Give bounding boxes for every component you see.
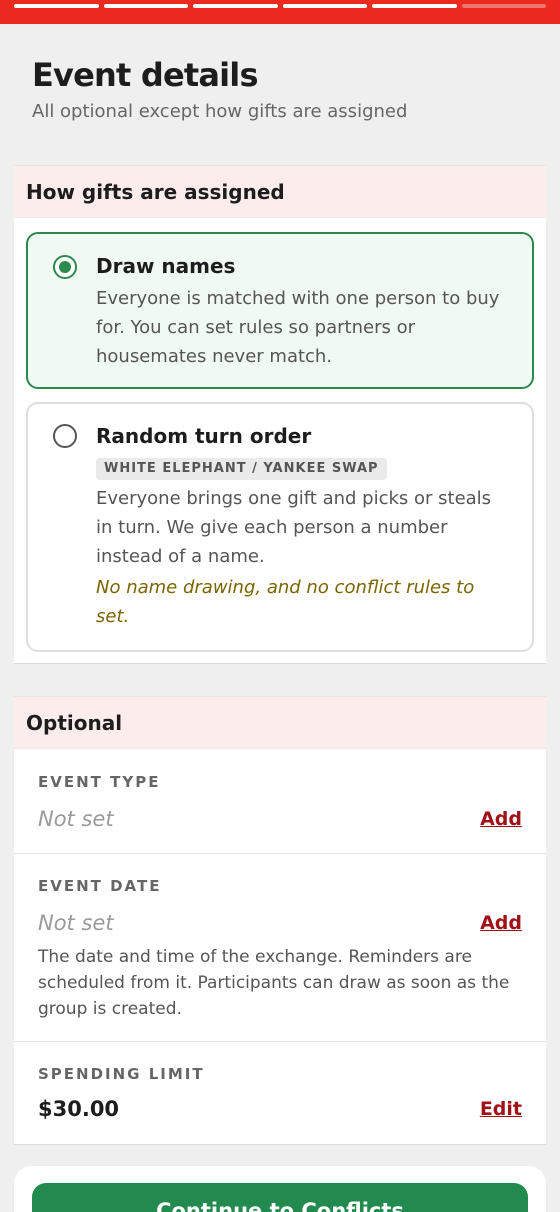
page-subtitle: All optional except how gifts are assign… xyxy=(32,101,408,122)
page-title: Event details xyxy=(32,56,259,94)
progress-step xyxy=(282,4,367,8)
event-type-add-link[interactable]: Add xyxy=(480,808,522,830)
event-date-label: EVENT DATE xyxy=(38,877,162,895)
optional-card: Optional EVENT TYPE Not set Add EVENT DA… xyxy=(14,696,546,1145)
assignment-heading: How gifts are assigned xyxy=(14,166,546,218)
footer-bar: Continue to Conflicts xyxy=(14,1166,546,1212)
progress-step xyxy=(461,4,546,8)
spending-limit-row: SPENDING LIMIT $30.00 Edit xyxy=(14,1042,546,1146)
progress-step xyxy=(193,4,278,8)
option-title: Draw names xyxy=(96,254,236,278)
option-title: Random turn order xyxy=(96,424,312,448)
option-description: Everyone is matched with one person to b… xyxy=(96,288,500,367)
continue-button[interactable]: Continue to Conflicts xyxy=(32,1183,528,1212)
event-date-row: EVENT DATE Not set Add The date and time… xyxy=(14,854,546,1042)
progress-step xyxy=(14,4,99,8)
progress-step xyxy=(372,4,457,8)
option-random-turn-order[interactable]: Random turn order WHITE ELEPHANT / YANKE… xyxy=(26,402,534,652)
event-type-value: Not set xyxy=(38,807,114,831)
event-date-help: The date and time of the exchange. Remin… xyxy=(38,947,510,1019)
option-draw-names[interactable]: Draw names Everyone is matched with one … xyxy=(26,232,534,389)
radio-selected-icon[interactable] xyxy=(53,255,77,279)
optional-heading: Optional xyxy=(14,697,546,749)
progress-step xyxy=(103,4,188,8)
spending-limit-value: $30.00 xyxy=(38,1097,120,1121)
option-note: No name drawing, and no conflict rules t… xyxy=(96,577,475,627)
event-type-row: EVENT TYPE Not set Add xyxy=(14,750,546,854)
event-type-label: EVENT TYPE xyxy=(38,773,161,791)
spending-limit-label: SPENDING LIMIT xyxy=(38,1065,205,1083)
radio-unselected-icon[interactable] xyxy=(53,424,77,448)
assignment-card: How gifts are assigned Draw names Everyo… xyxy=(14,165,546,664)
option-tag: WHITE ELEPHANT / YANKEE SWAP xyxy=(96,458,387,480)
option-description: Everyone brings one gift and picks or st… xyxy=(96,488,492,567)
event-date-add-link[interactable]: Add xyxy=(480,912,522,934)
spending-limit-edit-link[interactable]: Edit xyxy=(480,1098,522,1120)
event-date-value: Not set xyxy=(38,911,114,935)
progress-bar xyxy=(0,0,560,24)
page-header: Event details All optional except how gi… xyxy=(32,56,540,124)
